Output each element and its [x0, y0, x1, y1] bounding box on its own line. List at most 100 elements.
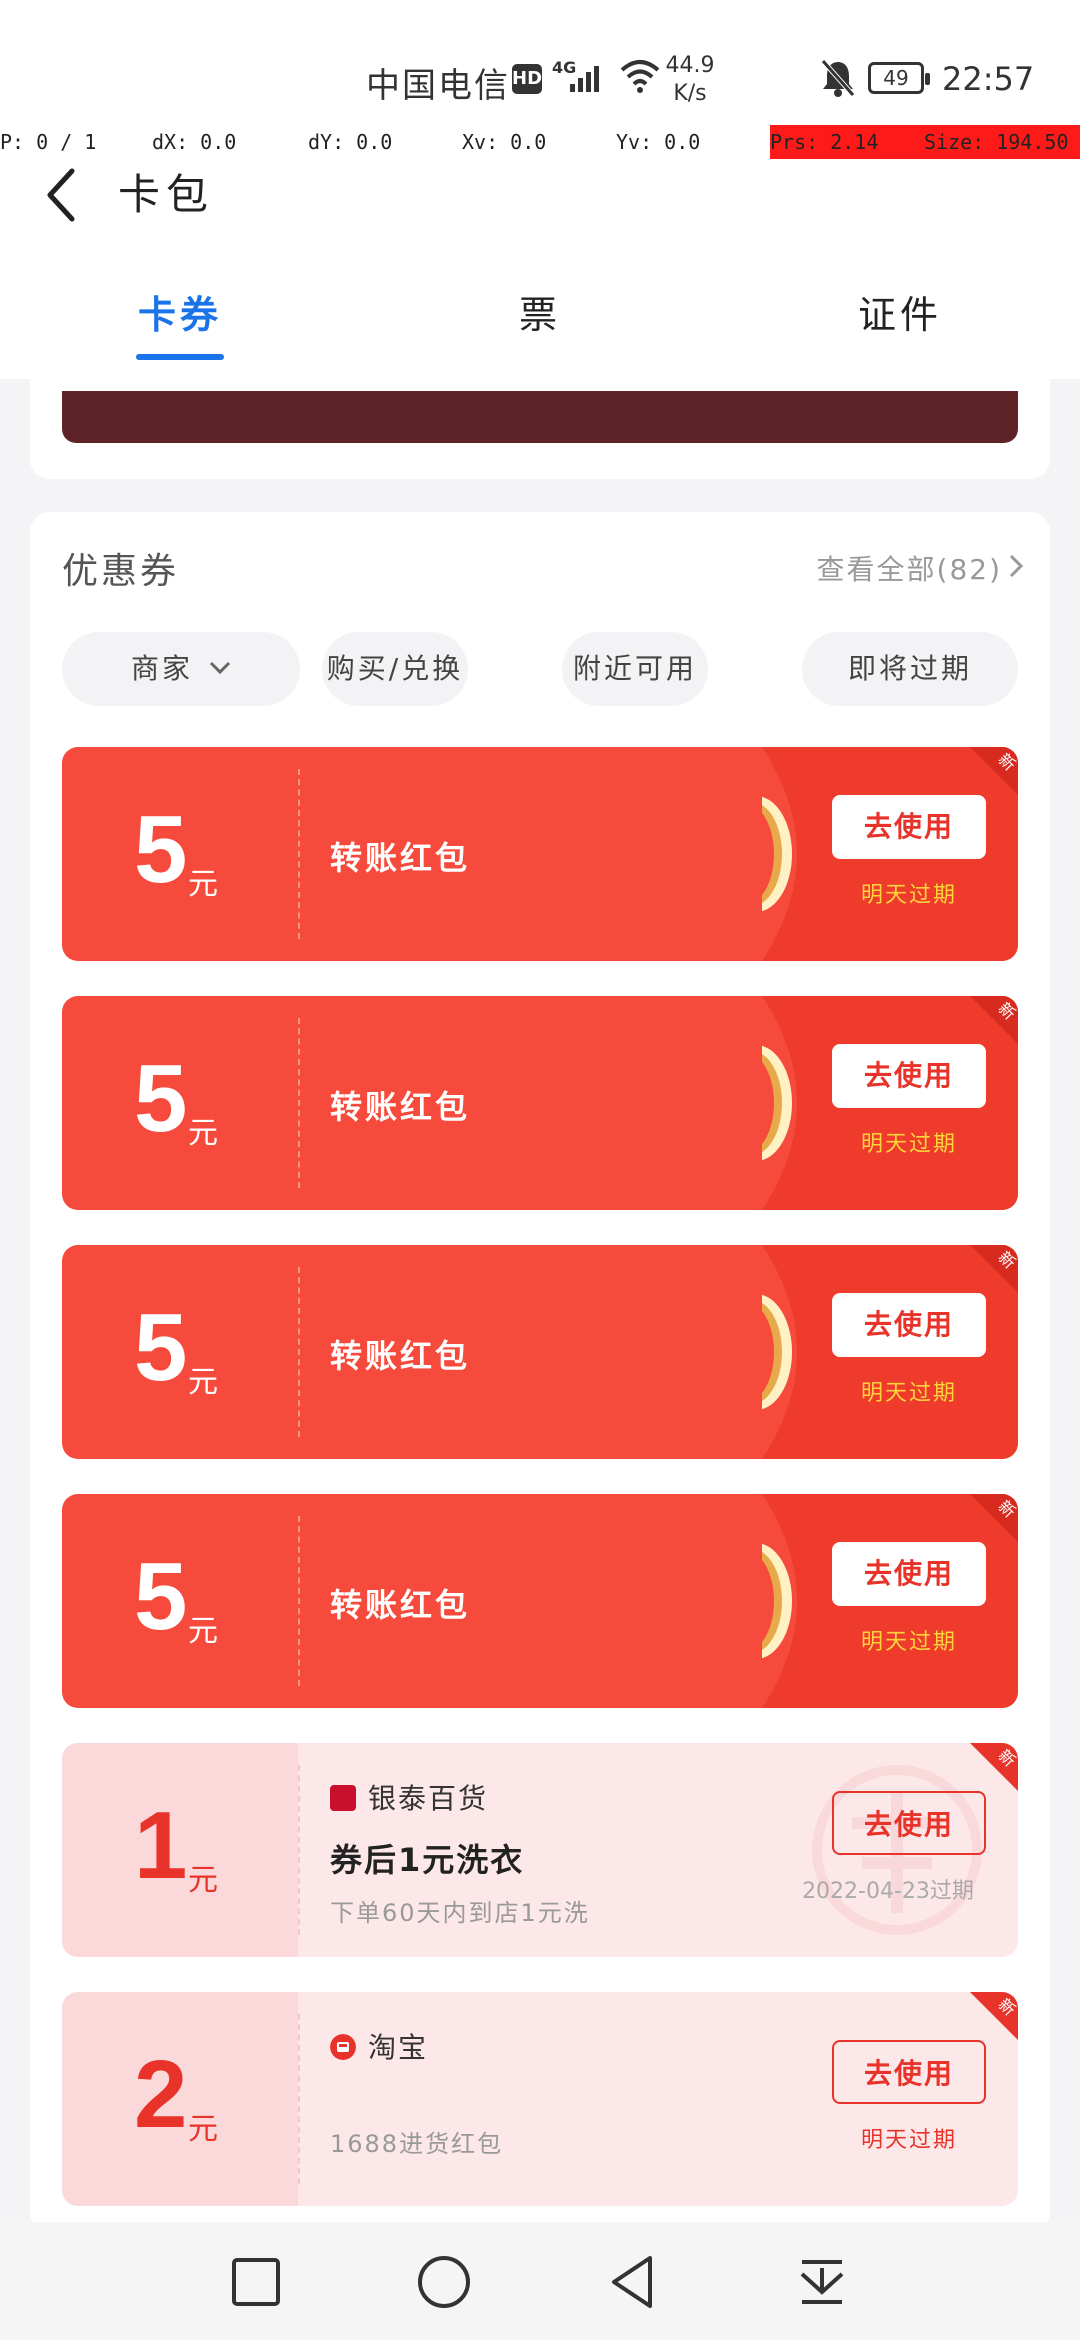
coupon-amount: 5	[134, 796, 188, 903]
merchant-name: 银泰百货	[330, 1777, 488, 1817]
expire-label: 明天过期	[860, 883, 957, 908]
coupon-divider	[298, 1516, 300, 1686]
coupon-card[interactable]: 5 元 转账红包 去使用 明天过期 新	[62, 996, 1018, 1210]
coupon-card[interactable]: 5 元 转账红包 去使用 明天过期 新	[62, 747, 1018, 961]
coupon-amount: 5	[134, 1294, 188, 1401]
network-speed: 44.9 K/s	[665, 52, 715, 108]
status-bar: 中国电信 HD 4G 44.9 K/s 49 22:57	[0, 0, 1080, 125]
coupon-card[interactable]: 5 元 转账红包 去使用 明天过期 新	[62, 1494, 1018, 1708]
chevron-right-icon	[1009, 554, 1024, 578]
speed-value: 44.9	[665, 53, 715, 78]
use-button[interactable]: 去使用	[832, 1044, 986, 1108]
debug-xv: Xv: 0.0	[462, 130, 547, 154]
debug-dy: dY: 0.0	[308, 130, 393, 154]
debug-yv: Yv: 0.0	[616, 130, 701, 154]
coupons-section: 优惠券 查看全部(82) 商家 购买/兑换 附近可用 即将过期 5 元 转账红包…	[30, 512, 1050, 2232]
coupon-card[interactable]: 1 元 银泰百货 券后1元洗衣 下单60天内到店1元洗 去使用 2022-04-…	[62, 1743, 1018, 1957]
taobao-logo-icon	[330, 2034, 356, 2060]
filter-merchant-label: 商家	[131, 652, 194, 685]
merchant-label: 淘宝	[368, 2031, 429, 2064]
speed-unit: K/s	[673, 81, 707, 106]
coupon-title: 券后1元洗衣	[330, 1841, 525, 1879]
coupon-divider	[298, 1267, 300, 1437]
coupon-divider	[298, 1765, 300, 1935]
wifi-icon	[620, 60, 660, 93]
new-badge: 新	[970, 1245, 1018, 1293]
use-button[interactable]: 去使用	[832, 1293, 986, 1357]
filter-merchant[interactable]: 商家	[62, 632, 300, 706]
chevron-down-icon	[209, 661, 231, 675]
new-badge: 新	[970, 1743, 1018, 1791]
use-button[interactable]: 去使用	[832, 2040, 986, 2104]
use-button[interactable]: 去使用	[832, 1791, 986, 1855]
new-badge: 新	[970, 996, 1018, 1044]
coupon-amount-box: 5 元	[62, 747, 298, 961]
debug-size: Size: 194.50	[924, 130, 1069, 154]
coupon-card[interactable]: 2 元 淘宝 1688进货红包 去使用 明天过期 新	[62, 1992, 1018, 2206]
filter-purchase[interactable]: 购买/兑换	[322, 632, 468, 706]
coupon-amount-box: 1 元	[62, 1743, 298, 1957]
expire-label: 明天过期	[860, 1132, 957, 1157]
coupon-unit: 元	[188, 1116, 218, 1151]
expire-label: 明天过期	[860, 1630, 957, 1655]
coupon-name: 转账红包	[330, 1337, 471, 1375]
home-circle-icon[interactable]	[414, 2252, 474, 2312]
new-badge: 新	[970, 1992, 1018, 2040]
coupon-amount-box: 5 元	[62, 1494, 298, 1708]
coupon-name: 转账红包	[330, 839, 471, 877]
coupon-amount-box: 5 元	[62, 996, 298, 1210]
use-button[interactable]: 去使用	[832, 1542, 986, 1606]
coupon-amount: 1	[134, 1792, 188, 1899]
back-triangle-icon[interactable]	[604, 2252, 664, 2312]
expire-date-label: 2022-04-23过期	[802, 1879, 974, 1904]
tab-certificates[interactable]: 证件	[820, 284, 980, 339]
coupon-description: 下单60天内到店1元洗	[330, 1899, 590, 1927]
signal-icon	[570, 66, 599, 92]
hd-icon: HD	[512, 64, 542, 94]
page-title: 卡包	[118, 170, 215, 219]
filter-expiring[interactable]: 即将过期	[802, 632, 1018, 706]
recents-square-icon[interactable]	[226, 2252, 286, 2312]
section-title: 优惠券	[62, 551, 180, 592]
coupon-name: 转账红包	[330, 1088, 471, 1126]
coupon-unit: 元	[188, 867, 218, 902]
bell-muted-icon	[821, 59, 855, 97]
filter-bar: 商家 购买/兑换 附近可用 即将过期	[62, 632, 1018, 706]
card-banner	[62, 391, 1018, 443]
coupon-amount-box: 5 元	[62, 1245, 298, 1459]
tab-coupons[interactable]: 卡券	[100, 284, 260, 339]
coupon-divider	[298, 1018, 300, 1188]
coupon-card[interactable]: 5 元 转账红包 去使用 明天过期 新	[62, 1245, 1018, 1459]
clock: 22:57	[942, 60, 1035, 98]
coupon-description: 1688进货红包	[330, 2130, 504, 2158]
debug-pointer: P: 0 / 1	[0, 130, 97, 154]
coupon-unit: 元	[188, 2112, 218, 2147]
card-preview[interactable]	[30, 379, 1050, 479]
view-all-label: 查看全部(82)	[816, 553, 1002, 586]
active-tab-indicator	[136, 354, 224, 360]
debug-pressure: Prs: 2.14	[770, 130, 879, 154]
back-arrow-icon[interactable]	[42, 165, 82, 225]
debug-dx: dX: 0.0	[152, 130, 237, 154]
battery-icon: 49	[868, 62, 930, 94]
filter-nearby[interactable]: 附近可用	[562, 632, 708, 706]
carrier-label: 中国电信	[366, 66, 510, 106]
notification-pulldown-icon[interactable]	[792, 2252, 852, 2312]
coupon-amount: 5	[134, 1045, 188, 1152]
coupon-unit: 元	[188, 1365, 218, 1400]
use-button[interactable]: 去使用	[832, 795, 986, 859]
merchant-label: 银泰百货	[368, 1782, 489, 1815]
expire-label: 明天过期	[860, 1381, 957, 1406]
coupon-amount: 5	[134, 1543, 188, 1650]
coupon-unit: 元	[188, 1614, 218, 1649]
yintai-logo-icon	[330, 1785, 356, 1811]
coupon-name: 转账红包	[330, 1586, 471, 1624]
system-nav-bar	[0, 2222, 1080, 2340]
merchant-name: 淘宝	[330, 2026, 428, 2066]
tab-tickets[interactable]: 票	[460, 284, 620, 339]
coupon-amount: 2	[134, 2041, 188, 2148]
expire-label: 明天过期	[860, 2128, 957, 2153]
view-all-link[interactable]: 查看全部(82)	[817, 548, 1024, 588]
pointer-debug-bar: P: 0 / 1 dX: 0.0 dY: 0.0 Xv: 0.0 Yv: 0.0…	[0, 125, 1080, 159]
app-header: 卡包 卡券 票 证件	[0, 159, 1080, 379]
